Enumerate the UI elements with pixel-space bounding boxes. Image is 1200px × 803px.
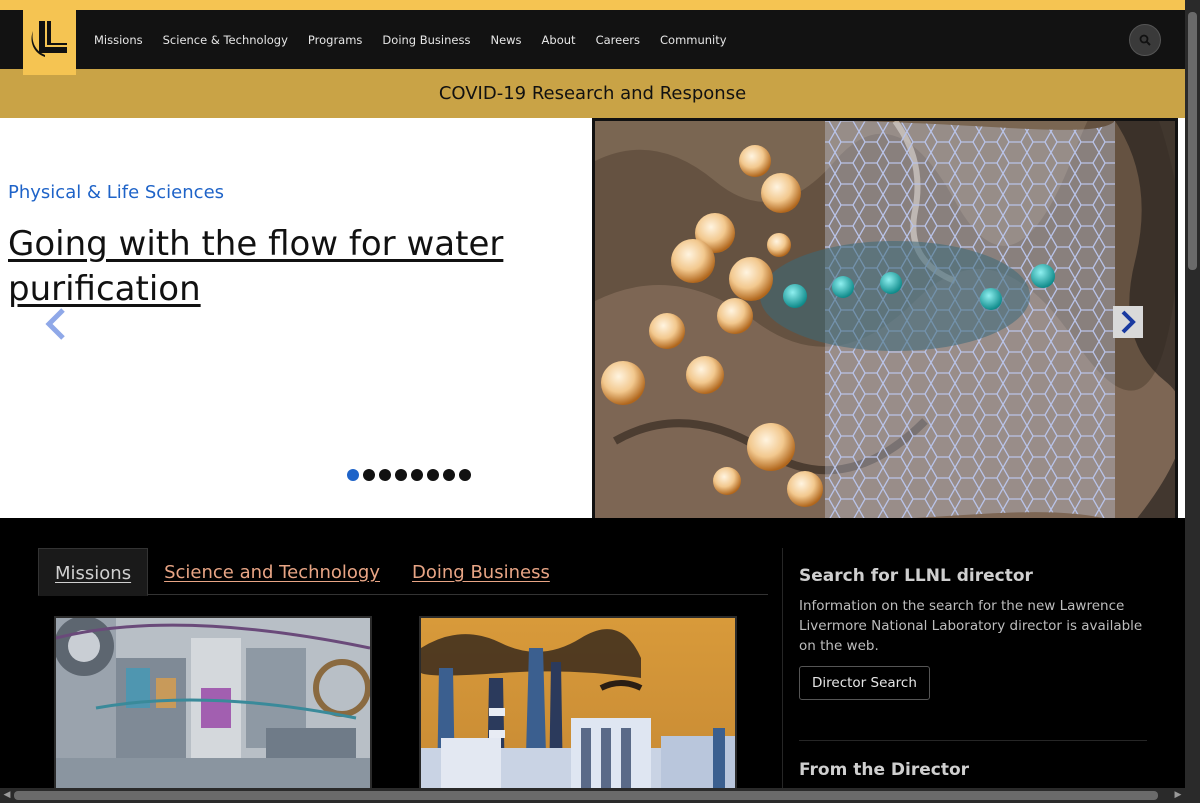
vertical-scrollbar[interactable] [1185,0,1200,788]
nav-missions[interactable]: Missions [94,33,143,47]
llnl-logo-icon [31,20,67,57]
director-search-body: Information on the search for the new La… [799,598,1143,654]
from-director-title: From the Director [799,760,970,780]
covid-banner-text: COVID-19 Research and Response [438,83,747,104]
main-nav: Missions Science & Technology Programs D… [94,10,727,69]
horizontal-scrollbar[interactable]: ◀ ▶ [0,788,1200,803]
chevron-left-icon [45,308,65,340]
mission-card-2[interactable] [419,616,737,792]
chevron-right-icon [1121,310,1136,334]
mission-card-1-image [56,618,370,790]
tab-doing-business[interactable]: Doing Business [396,548,566,595]
content-tabs: Missions Science and Technology Doing Bu… [38,548,768,596]
nav-doing-business[interactable]: Doing Business [382,33,470,47]
hero-headline[interactable]: Going with the flow for water purificati… [8,222,528,312]
nav-news[interactable]: News [490,33,521,47]
home-logo-link[interactable] [23,0,76,75]
tab-missions[interactable]: Missions [38,548,149,596]
nav-careers[interactable]: Careers [596,33,640,47]
tab-science-technology[interactable]: Science and Technology [148,548,396,595]
mission-card-1[interactable] [54,616,372,792]
carousel-dot-3[interactable] [379,469,391,481]
hero-category[interactable]: Physical & Life Sciences [8,182,224,203]
sidebar-divider [782,548,783,798]
horizontal-scroll-thumb[interactable] [14,791,1158,800]
sidebar-from-director: From the Director [799,760,969,780]
director-search-title: Search for LLNL director [799,566,1033,586]
hero-carousel: Physical & Life Sciences Going with the … [0,118,1185,518]
hero-image [592,118,1178,518]
carousel-dot-2[interactable] [363,469,375,481]
carousel-dot-4[interactable] [395,469,407,481]
carousel-prev-button[interactable] [38,304,74,344]
vertical-scroll-thumb[interactable] [1188,12,1197,270]
content-section: Missions Science and Technology Doing Bu… [0,518,1185,798]
navbar: Missions Science & Technology Programs D… [0,10,1185,69]
nav-about[interactable]: About [542,33,576,47]
nav-community[interactable]: Community [660,33,727,47]
carousel-next-button[interactable] [1113,306,1143,338]
nav-programs[interactable]: Programs [308,33,363,47]
carousel-dot-6[interactable] [427,469,439,481]
mission-card-2-image [421,618,735,790]
carousel-dot-7[interactable] [443,469,455,481]
carousel-dot-1[interactable] [347,469,359,481]
carousel-dots [347,469,471,481]
sidebar-director-search: Search for LLNL director Information on … [799,566,1149,700]
covid-banner-link[interactable]: COVID-19 Research and Response [0,69,1185,118]
carousel-dot-5[interactable] [411,469,423,481]
top-stripe [0,0,1185,10]
search-button[interactable] [1129,24,1161,56]
scroll-left-arrow-icon[interactable]: ◀ [0,788,14,803]
sidebar-separator [799,740,1147,741]
search-icon [1139,34,1151,46]
nav-science-technology[interactable]: Science & Technology [163,33,288,47]
scroll-right-arrow-icon[interactable]: ▶ [1171,788,1185,803]
director-search-button[interactable]: Director Search [799,666,930,700]
carousel-dot-8[interactable] [459,469,471,481]
